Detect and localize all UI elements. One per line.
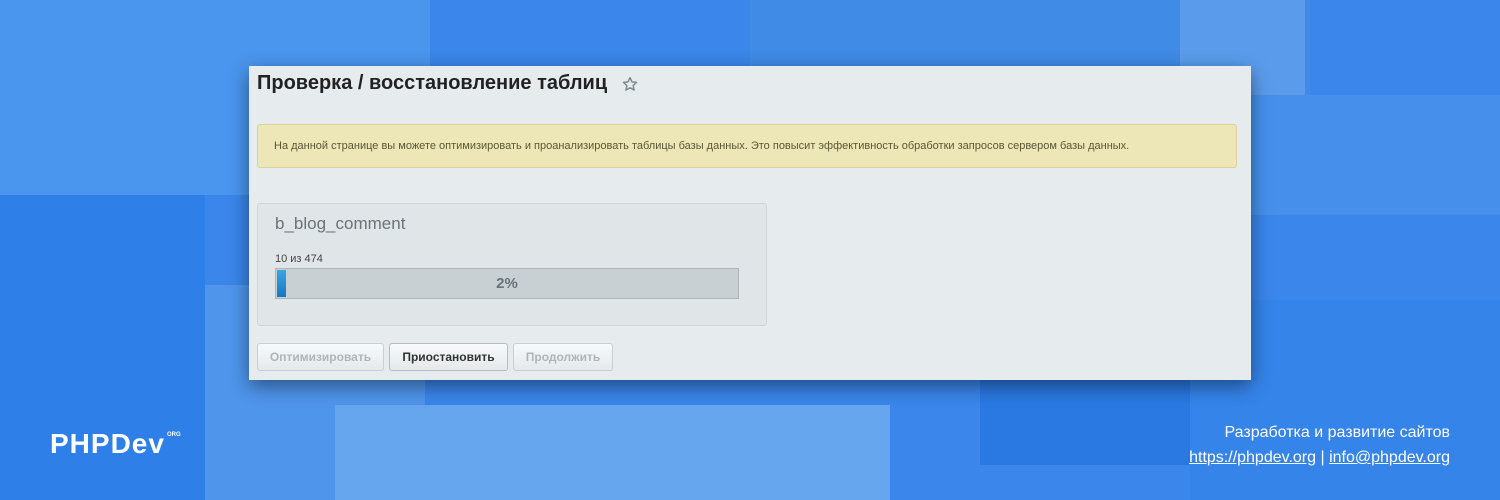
page-title: Проверка / восстановление таблиц [257,72,608,94]
logo-suffix: ORG [166,432,181,438]
email-link[interactable]: info@phpdev.org [1329,449,1450,466]
action-buttons: Оптимизировать Приостановить Продолжить [257,343,613,371]
admin-window: Проверка / восстановление таблиц На данн… [249,66,1251,380]
table-name: b_blog_comment [275,214,406,233]
footer-contacts: Разработка и развитие сайтов https://php… [1189,420,1450,470]
progress-count: 10 из 474 [275,253,323,265]
site-link[interactable]: https://phpdev.org [1189,449,1316,466]
title-row: Проверка / восстановление таблиц [257,72,639,95]
contact-separator: | [1320,449,1325,466]
phpdev-logo: PHPDev ORG [50,430,181,458]
contact-line: https://phpdev.org | info@phpdev.org [1189,445,1450,470]
logo-text: PHPDev [50,428,165,459]
progress-percent: 2% [496,275,518,292]
tagline: Разработка и развитие сайтов [1224,424,1451,441]
star-icon[interactable] [621,75,639,93]
info-notice: На данной странице вы можете оптимизиров… [257,124,1237,168]
resume-button[interactable]: Продолжить [513,343,613,371]
progress-bar: 2% [275,268,739,299]
notice-text: На данной странице вы можете оптимизиров… [274,140,1130,152]
progress-panel: b_blog_comment 10 из 474 2% [257,203,767,326]
pause-button[interactable]: Приостановить [389,343,508,371]
optimize-button[interactable]: Оптимизировать [257,343,384,371]
